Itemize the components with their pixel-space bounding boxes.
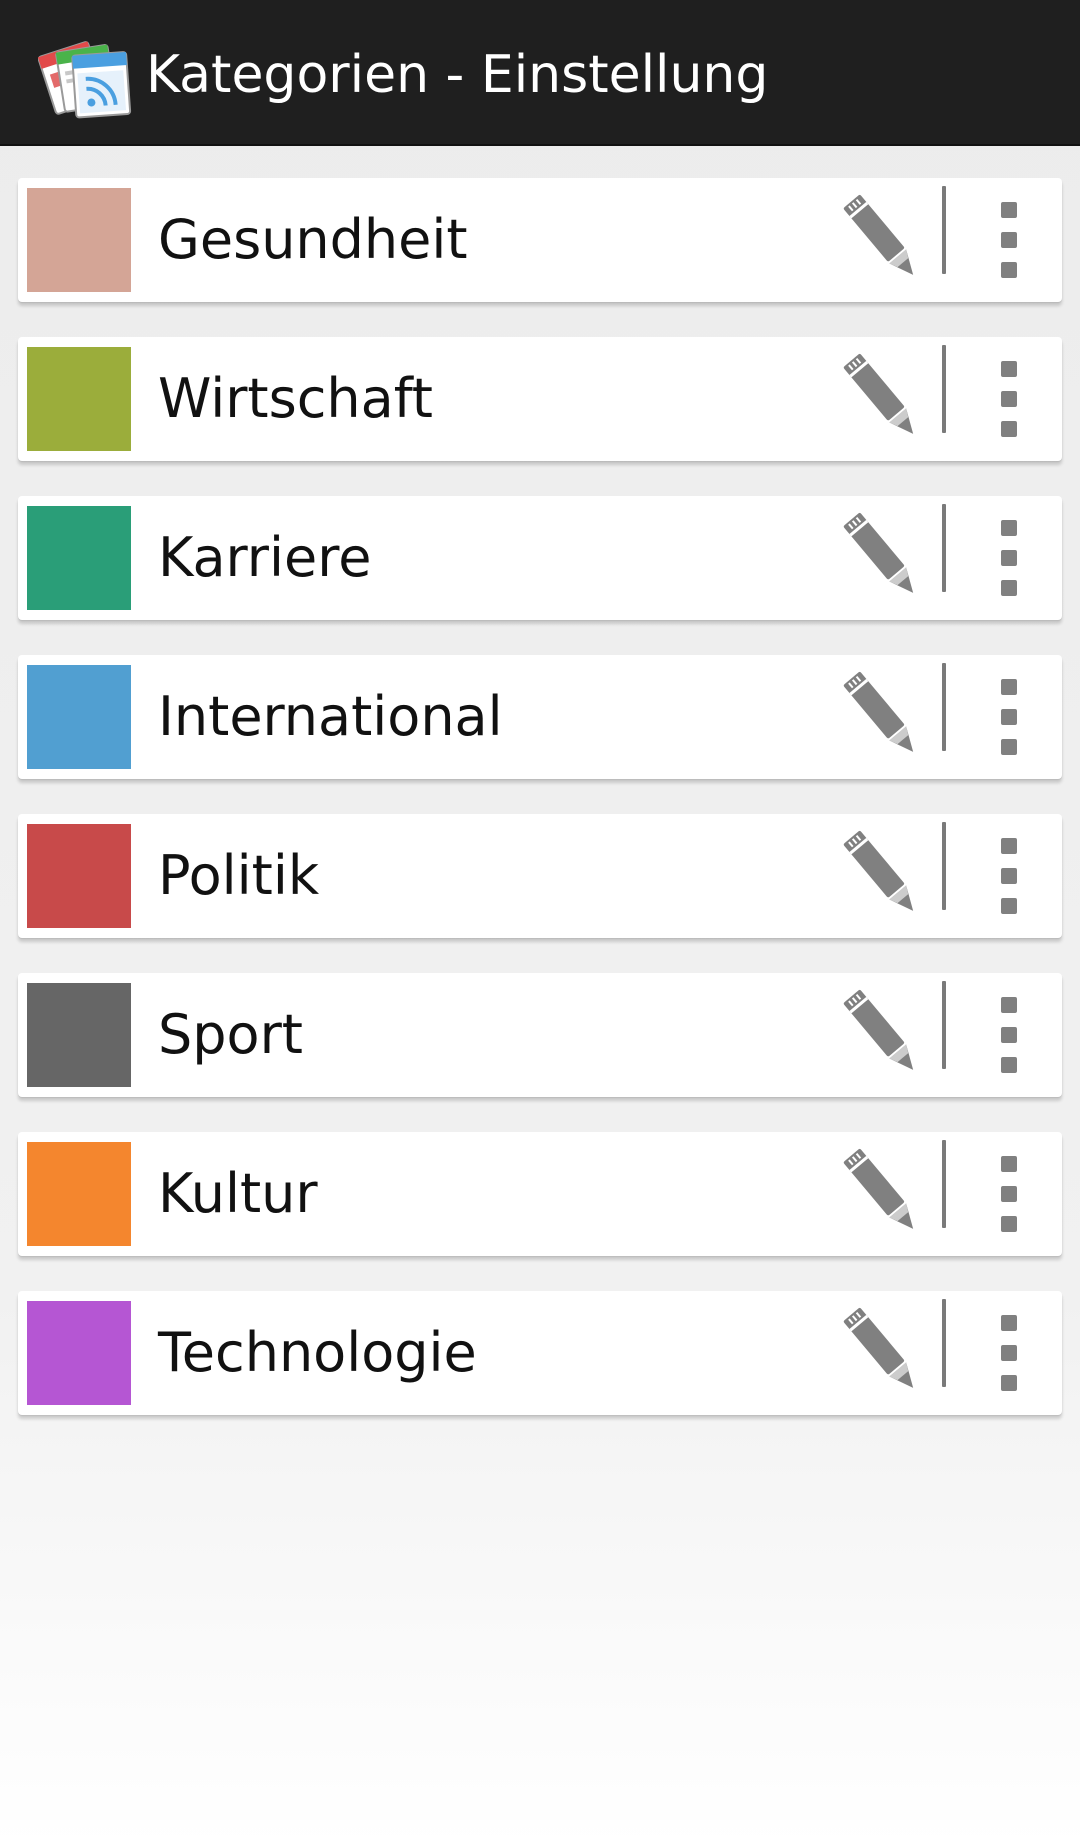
category-label: International (158, 685, 503, 748)
category-item-politik[interactable]: Politik (18, 814, 1062, 938)
pencil-icon[interactable] (832, 981, 928, 1089)
pencil-icon[interactable] (832, 186, 928, 294)
divider (942, 663, 946, 751)
app-title: Kategorien - Einstellung (146, 45, 769, 105)
category-color-swatch[interactable] (27, 983, 131, 1087)
category-item-gesundheit[interactable]: Gesundheit (18, 178, 1062, 302)
pencil-icon[interactable] (832, 663, 928, 771)
divider (942, 186, 946, 274)
category-item-international[interactable]: International (18, 655, 1062, 779)
pencil-icon[interactable] (832, 1299, 928, 1407)
overflow-menu-icon[interactable] (978, 1146, 1042, 1242)
overflow-menu-icon[interactable] (978, 510, 1042, 606)
divider (942, 1299, 946, 1387)
category-item-wirtschaft[interactable]: Wirtschaft (18, 337, 1062, 461)
overflow-menu-icon[interactable] (978, 192, 1042, 288)
category-item-karriere[interactable]: Karriere (18, 496, 1062, 620)
category-label: Sport (158, 1003, 303, 1066)
pencil-icon[interactable] (832, 822, 928, 930)
category-label: Politik (158, 844, 320, 907)
divider (942, 822, 946, 910)
category-label: Gesundheit (158, 208, 468, 271)
category-label: Kultur (158, 1162, 318, 1225)
category-item-kultur[interactable]: Kultur (18, 1132, 1062, 1256)
divider (942, 504, 946, 592)
divider (942, 1140, 946, 1228)
category-color-swatch[interactable] (27, 188, 131, 292)
overflow-menu-icon[interactable] (978, 669, 1042, 765)
category-color-swatch[interactable] (27, 506, 131, 610)
pencil-icon[interactable] (832, 504, 928, 612)
category-label: Technologie (158, 1321, 477, 1384)
pencil-icon[interactable] (832, 345, 928, 453)
divider (942, 345, 946, 433)
divider (942, 981, 946, 1069)
action-bar: Kategorien - Einstellung (0, 0, 1080, 146)
category-color-swatch[interactable] (27, 665, 131, 769)
overflow-menu-icon[interactable] (978, 828, 1042, 924)
category-item-technologie[interactable]: Technologie (18, 1291, 1062, 1415)
category-label: Wirtschaft (158, 367, 433, 430)
app-logo-icon[interactable] (37, 32, 134, 122)
pencil-icon[interactable] (832, 1140, 928, 1248)
category-label: Karriere (158, 526, 372, 589)
overflow-menu-icon[interactable] (978, 987, 1042, 1083)
category-color-swatch[interactable] (27, 347, 131, 451)
category-color-swatch[interactable] (27, 824, 131, 928)
overflow-menu-icon[interactable] (978, 351, 1042, 447)
category-color-swatch[interactable] (27, 1142, 131, 1246)
overflow-menu-icon[interactable] (978, 1305, 1042, 1401)
category-item-sport[interactable]: Sport (18, 973, 1062, 1097)
category-color-swatch[interactable] (27, 1301, 131, 1405)
